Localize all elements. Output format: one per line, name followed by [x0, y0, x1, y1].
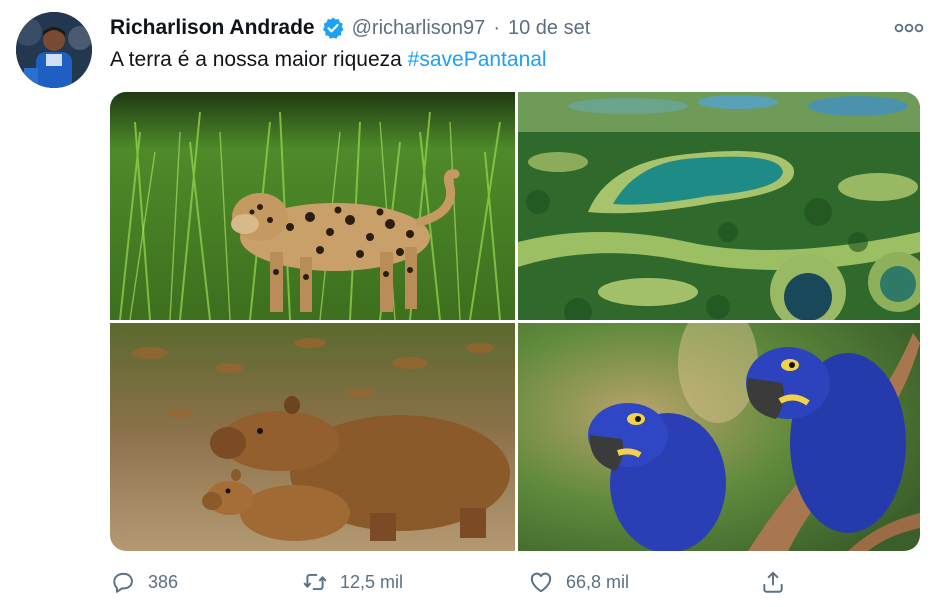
retweet-icon	[303, 573, 327, 591]
verified-badge-icon	[321, 16, 345, 40]
capybara-photo[interactable]	[110, 323, 515, 551]
tweet-text: A terra é a nossa maior riqueza #savePan…	[110, 48, 547, 72]
heart-icon	[530, 572, 552, 593]
separator-dot: ·	[493, 16, 500, 39]
reply-count: 386	[148, 571, 179, 592]
hashtag-link[interactable]: #savePantanal	[408, 48, 547, 71]
tweet-date[interactable]: 10 de set	[508, 17, 590, 40]
tweet-text-main: A terra é a nossa maior riqueza	[110, 48, 408, 71]
media-grid	[110, 92, 920, 551]
tweet[interactable]: Richarlison Andrade @richarlison97 · 10 …	[0, 0, 950, 607]
share-icon	[763, 571, 783, 593]
reply-icon	[113, 572, 133, 593]
share-button[interactable]	[760, 566, 798, 598]
macaw-photo[interactable]	[518, 323, 920, 551]
tweet-header: Richarlison Andrade @richarlison97 · 10 …	[110, 14, 590, 42]
avatar[interactable]	[16, 12, 92, 88]
retweet-button[interactable]: 12,5 mil	[302, 566, 403, 598]
author-display-name[interactable]: Richarlison Andrade	[110, 16, 315, 40]
jaguar-photo[interactable]	[110, 92, 515, 320]
tweet-actions: 386 12,5 mil 66,8 mil	[110, 566, 800, 598]
like-button[interactable]: 66,8 mil	[528, 566, 629, 598]
author-handle[interactable]: @richarlison97	[352, 17, 486, 40]
reply-button[interactable]: 386	[110, 566, 178, 598]
wetland-aerial-photo[interactable]	[518, 92, 920, 320]
like-count: 66,8 mil	[566, 571, 630, 592]
more-horizontal-icon[interactable]	[894, 18, 924, 38]
retweet-count: 12,5 mil	[340, 571, 404, 592]
